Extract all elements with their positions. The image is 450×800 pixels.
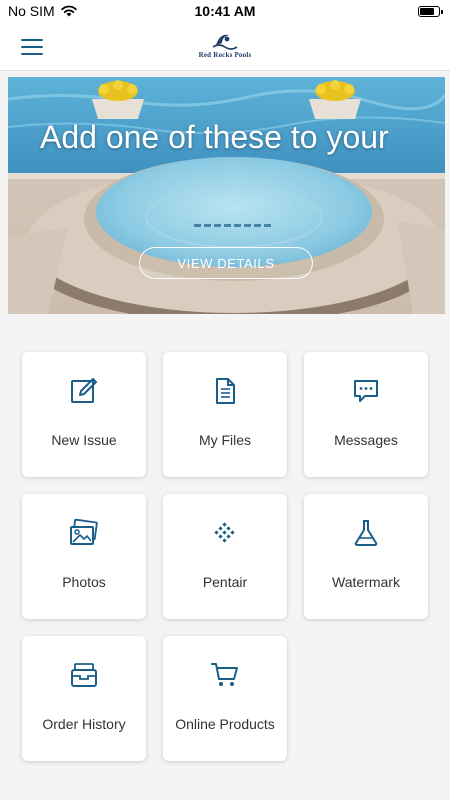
tile-label: Watermark [332,574,400,590]
tile-online-products[interactable]: Online Products [163,636,287,761]
status-time: 10:41 AM [194,3,256,19]
app-header: Red Rocks Pools [0,24,450,71]
tile-label: New Issue [51,432,117,448]
tile-label: Pentair [202,574,248,590]
logo-text: Red Rocks Pools [198,51,252,59]
photos-icon [70,518,98,545]
logo-mark-icon [212,34,238,50]
edit-icon [71,378,97,403]
status-bar: No SIM 10:41 AM [0,0,450,24]
view-details-button[interactable]: VIEW DETAILS [139,247,313,279]
flask-icon [354,520,378,546]
tile-pentair[interactable]: Pentair [163,494,287,619]
brand-logo: Red Rocks Pools [175,32,275,62]
battery-icon [418,6,443,17]
chat-icon [354,380,378,402]
tile-label: My Files [198,432,252,448]
tile-label: Order History [42,716,126,732]
tile-my-files[interactable]: My Files [163,352,287,477]
battery-level [420,8,434,15]
tile-watermark[interactable]: Watermark [304,494,428,619]
tile-messages[interactable]: Messages [304,352,428,477]
hero-title: Add one of these to your [40,119,389,155]
archive-box-icon [71,663,97,687]
hamburger-menu-icon[interactable] [21,39,43,55]
tile-label: Online Products [175,716,275,732]
tile-photos[interactable]: Photos [22,494,146,619]
tile-label: Messages [334,432,398,448]
cart-icon [211,663,238,686]
hero-banner[interactable]: Add one of these to your VIEW DETAILS [8,77,445,314]
tile-label: Photos [62,574,106,590]
tile-new-issue[interactable]: New Issue [22,352,146,477]
tile-order-history[interactable]: Order History [22,636,146,761]
pentair-logo-icon [214,522,235,543]
document-icon [216,378,235,404]
